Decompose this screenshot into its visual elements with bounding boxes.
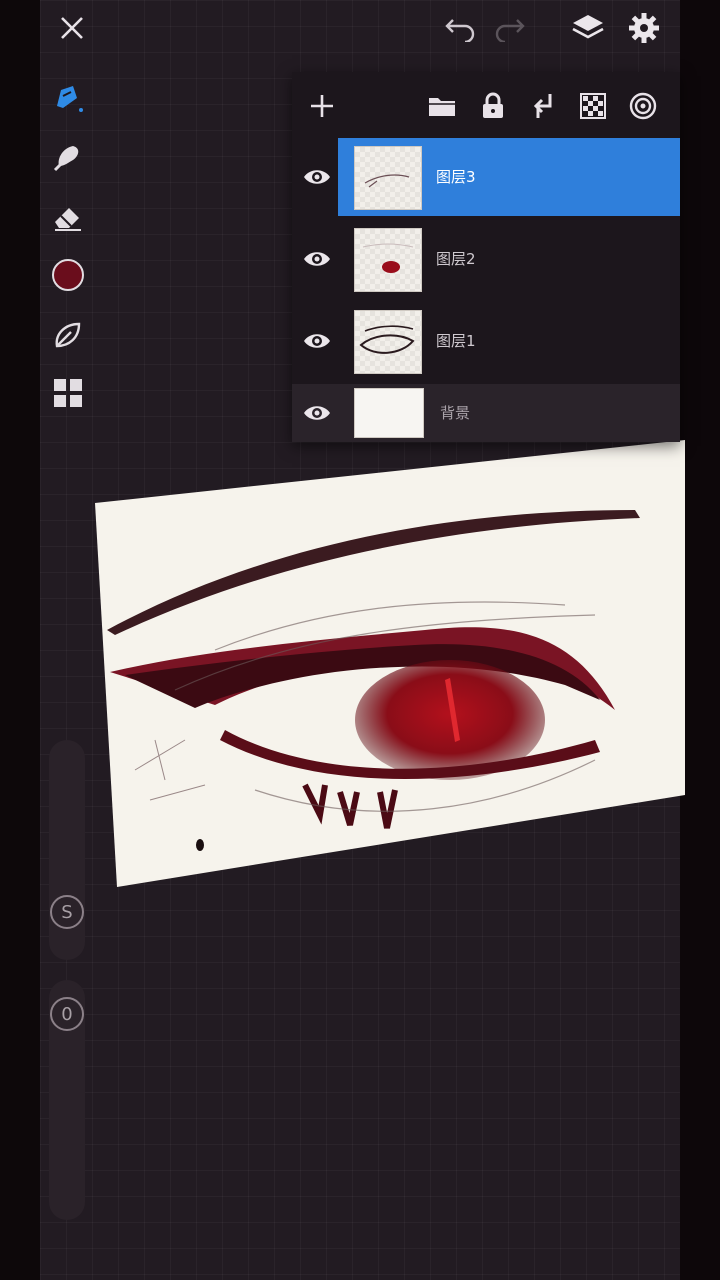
eraser-icon[interactable] xyxy=(40,194,96,240)
layer-thumbnail xyxy=(354,388,424,438)
layer-name: 背景 xyxy=(440,404,471,422)
layers-icon[interactable] xyxy=(566,8,610,48)
grid-icon[interactable] xyxy=(40,370,96,416)
size-label: S xyxy=(50,895,84,929)
layers-panel: 图层3 图层2 图层1 背景 xyxy=(292,72,680,442)
undo-icon[interactable] xyxy=(438,8,482,48)
pen-icon[interactable] xyxy=(40,74,96,120)
right-letterbox xyxy=(680,0,720,1280)
layer-name: 图层3 xyxy=(436,168,476,186)
merge-down-icon[interactable] xyxy=(525,88,561,124)
add-icon[interactable] xyxy=(304,88,340,124)
leaf-brush-icon[interactable] xyxy=(40,312,96,358)
opacity-label: 0 xyxy=(50,997,84,1031)
eye-icon[interactable] xyxy=(302,162,332,192)
layers-header xyxy=(292,72,680,138)
gear-icon[interactable] xyxy=(622,8,666,48)
left-letterbox xyxy=(0,0,40,1280)
layer-thumbnail xyxy=(354,146,422,210)
layer-row-3[interactable]: 图层3 xyxy=(292,138,680,216)
eye-icon[interactable] xyxy=(302,244,332,274)
top-bar xyxy=(40,0,680,56)
color-swatch[interactable] xyxy=(40,252,96,298)
layer-row-1[interactable]: 图层1 xyxy=(292,302,680,380)
artwork-canvas[interactable] xyxy=(95,440,685,890)
lock-icon[interactable] xyxy=(475,88,511,124)
ink-dot xyxy=(196,839,204,851)
transparency-icon[interactable] xyxy=(575,88,611,124)
redo-icon[interactable] xyxy=(488,8,532,48)
layer-row-2[interactable]: 图层2 xyxy=(292,220,680,298)
layer-row-background[interactable]: 背景 xyxy=(292,384,680,442)
tool-bar xyxy=(40,64,96,434)
close-icon[interactable] xyxy=(50,8,94,48)
eye-icon[interactable] xyxy=(302,326,332,356)
folder-icon[interactable] xyxy=(424,88,460,124)
smudge-icon[interactable] xyxy=(40,134,96,180)
layer-thumbnail xyxy=(354,310,422,374)
blend-icon[interactable] xyxy=(625,88,661,124)
layer-name: 图层2 xyxy=(436,250,476,268)
eye-icon[interactable] xyxy=(302,398,332,428)
layer-name: 图层1 xyxy=(436,332,476,350)
layer-thumbnail xyxy=(354,228,422,292)
